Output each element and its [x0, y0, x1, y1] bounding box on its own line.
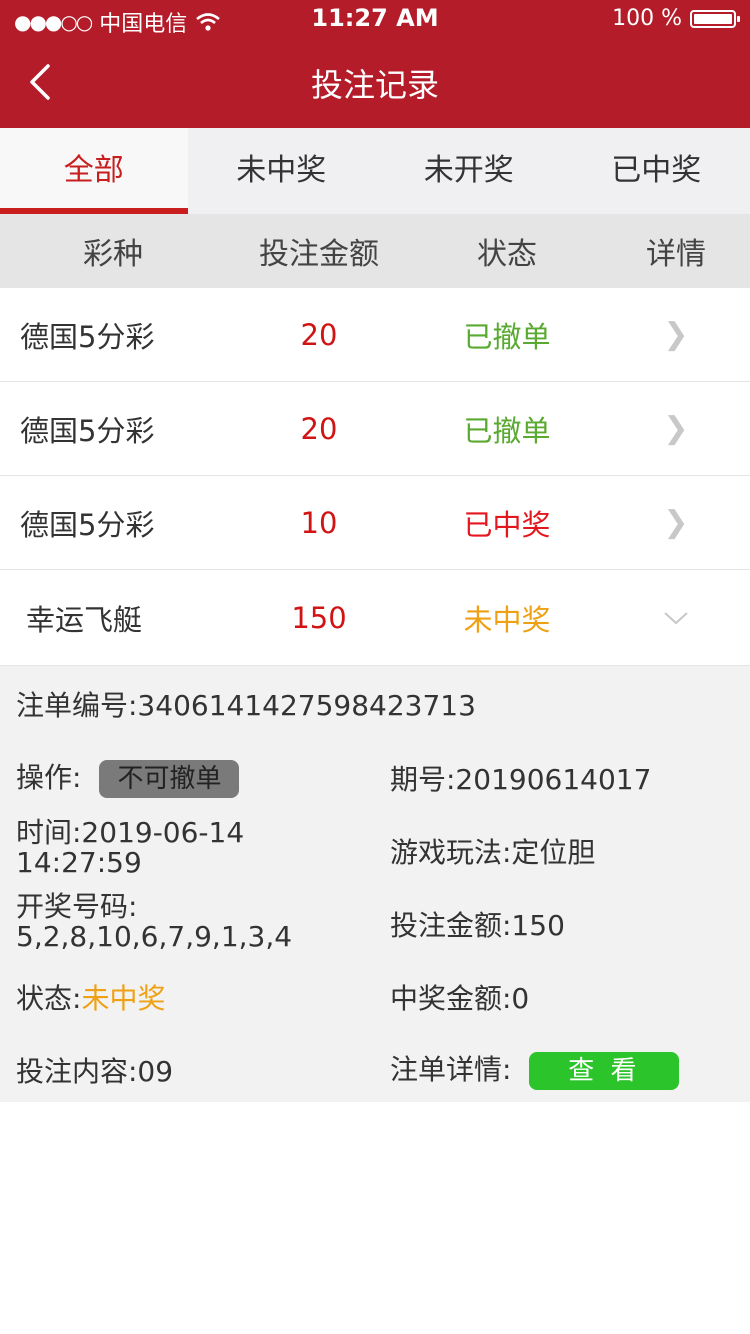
filter-tabs: 全部 未中奖 未开奖 已中奖 [0, 128, 750, 214]
row-amount: 20 [300, 411, 338, 446]
page-title: 投注记录 [310, 66, 439, 104]
draw-numbers: 开奖号码: 5,2,8,10,6,7,9,1,3,4 [16, 892, 292, 952]
chevron-right-icon[interactable]: ❯ [663, 411, 688, 446]
draw-numbers-value: 5,2,8,10,6,7,9,1,3,4 [16, 920, 293, 953]
column-header-game: 彩种 [83, 237, 143, 272]
column-header-detail: 详情 [646, 237, 706, 272]
battery-percent: 100 % [612, 6, 682, 31]
chevron-right-icon[interactable]: ❯ [663, 505, 688, 540]
period-number: 期号:20190614017 [390, 763, 652, 796]
row-amount: 10 [300, 505, 338, 540]
bet-time-date: 时间:2019-06-14 [16, 816, 245, 849]
row-status: 已中奖 [463, 507, 551, 542]
status-bar: ●●●○○ 中国电信 11:27 AM 100 % [0, 0, 750, 40]
row-game: 幸运飞艇 [26, 602, 143, 637]
tab-all[interactable]: 全部 [0, 128, 188, 214]
chevron-right-icon[interactable]: ❯ [663, 317, 688, 352]
tab-won[interactable]: 已中奖 [563, 128, 750, 214]
draw-numbers-label: 开奖号码: [16, 890, 138, 923]
row-game: 德国5分彩 [20, 413, 155, 448]
order-detail-field: 注单详情: 查 看 [390, 1048, 680, 1090]
win-status-label: 状态: [16, 982, 82, 1015]
row-status: 已撤单 [463, 319, 551, 354]
column-header-status: 状态 [477, 237, 537, 272]
app-header: ●●●○○ 中国电信 11:27 AM 100 % 投注记录 [0, 0, 750, 128]
cannot-cancel-button[interactable]: 不可撤单 [99, 760, 240, 798]
row-game: 德国5分彩 [20, 507, 155, 542]
operation-label: 操作: [16, 761, 82, 794]
win-status: 状态:未中奖 [16, 977, 165, 1017]
chevron-down-icon[interactable] [663, 610, 689, 626]
operation-field: 操作: 不可撤单 [16, 756, 240, 798]
bet-time-clock: 14:27:59 [16, 846, 142, 879]
row-status: 未中奖 [463, 602, 551, 637]
column-header-amount: 投注金额 [259, 237, 379, 272]
battery-icon [690, 9, 740, 28]
table-row[interactable]: 德国5分彩 20 已撤单 ❯ [0, 382, 750, 476]
row-amount: 150 [291, 600, 347, 635]
table-row[interactable]: 德国5分彩 10 已中奖 ❯ [0, 476, 750, 570]
play-method: 游戏玩法:定位胆 [390, 836, 596, 869]
bet-content: 投注内容:09 [16, 1055, 174, 1088]
table-header: 彩种 投注金额 状态 详情 [0, 214, 750, 288]
bet-amount: 投注金额:150 [390, 909, 565, 942]
tab-not-drawn[interactable]: 未开奖 [375, 128, 563, 214]
bet-detail-panel: 注单编号:3406141427598423713 操作: 不可撤单 期号:2019… [0, 666, 750, 1102]
tab-not-won[interactable]: 未中奖 [188, 128, 376, 214]
row-game: 德国5分彩 [20, 319, 155, 354]
nav-bar: 投注记录 [0, 40, 750, 128]
win-status-value: 未中奖 [81, 982, 166, 1015]
table-row-expanded[interactable]: 幸运飞艇 150 未中奖 [0, 570, 750, 666]
row-status: 已撤单 [463, 413, 551, 448]
bet-time: 时间:2019-06-14 14:27:59 [16, 818, 244, 878]
view-button[interactable]: 查 看 [529, 1052, 680, 1090]
order-number: 注单编号:3406141427598423713 [16, 689, 476, 722]
win-amount: 中奖金额:0 [390, 982, 530, 1015]
order-detail-label: 注单详情: [390, 1053, 512, 1086]
table-row[interactable]: 德国5分彩 20 已撤单 ❯ [0, 288, 750, 382]
row-amount: 20 [300, 317, 338, 352]
